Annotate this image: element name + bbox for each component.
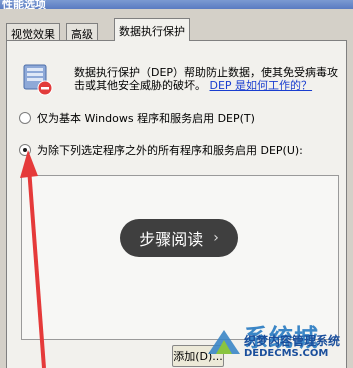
dep-description: 数据执行保护（DEP）帮助防止数据，使其免受病毒攻击或其他安全威胁的破坏。 DE… [74, 66, 344, 92]
option-basic-only-label: 仅为基本 Windows 程序和服务启用 DEP(T) [37, 112, 255, 125]
radio-all-except[interactable] [19, 144, 31, 156]
tab-dep[interactable]: 数据执行保护 [114, 18, 190, 41]
chevron-right-icon: › [213, 230, 219, 246]
window-title: 性能选项 [2, 0, 46, 9]
dep-shield-icon [23, 64, 53, 96]
radio-basic-only[interactable] [19, 112, 31, 124]
excluded-programs-list[interactable] [21, 175, 339, 340]
watermark-url: DEDECMS.COM [244, 348, 329, 359]
step-reading-label: 步骤阅读 [139, 230, 204, 249]
option-all-except[interactable]: 为除下列选定程序之外的所有程序和服务启用 DEP(U): [19, 142, 303, 158]
dep-help-link[interactable]: DEP 是如何工作的？ [210, 79, 313, 92]
tab-visual-effects[interactable]: 视觉效果 [6, 23, 60, 41]
step-reading-button[interactable]: 步骤阅读 › [120, 219, 238, 257]
window-title-bar: 性能选项 [0, 0, 353, 9]
watermark-subtitle: 织梦内容管理系统 [244, 334, 341, 348]
tab-advanced[interactable]: 高级 [66, 23, 98, 41]
option-basic-only[interactable]: 仅为基本 Windows 程序和服务启用 DEP(T) [19, 110, 255, 126]
option-all-except-label: 为除下列选定程序之外的所有程序和服务启用 DEP(U): [37, 144, 303, 157]
